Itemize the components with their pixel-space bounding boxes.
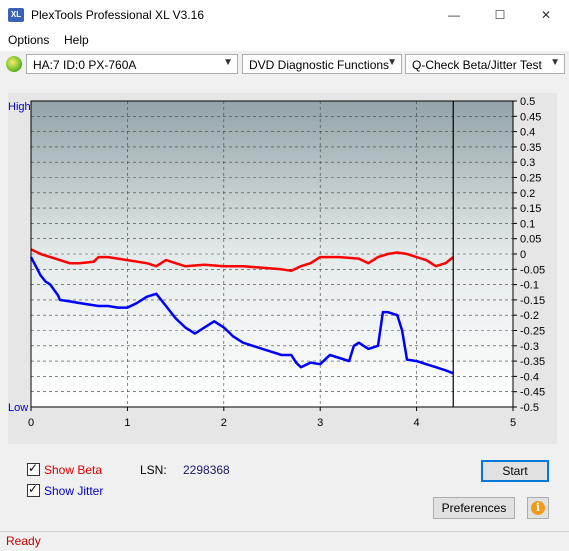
status-bar: Ready <box>0 531 569 551</box>
lsn-label: LSN: <box>140 463 167 477</box>
lsn-value: 2298368 <box>183 463 230 477</box>
menu-help-label: Help <box>64 33 89 47</box>
status-text: Ready <box>6 534 41 548</box>
maximize-button[interactable]: ☐ <box>477 0 523 31</box>
controls-panel: Show Beta Show Jitter LSN: 2298368 Start… <box>8 452 557 524</box>
test-select-value: Q-Check Beta/Jitter Test <box>412 58 542 72</box>
title-bar: XL PlexTools Professional XL V3.16 — ☐ ✕ <box>0 0 569 31</box>
menu-help[interactable]: Help <box>64 33 89 47</box>
chevron-down-icon: ▼ <box>223 57 233 68</box>
y-tick-label: 0.5 <box>520 96 535 108</box>
function-select[interactable]: DVD Diagnostic Functions ▼ <box>242 54 402 74</box>
info-button[interactable]: i <box>527 497 549 519</box>
y-tick-label: 0.45 <box>520 111 541 123</box>
y-tick-label: -0.1 <box>520 280 539 292</box>
app-icon: XL <box>8 8 24 22</box>
y-tick-label: -0.05 <box>520 264 545 276</box>
y-tick-label: 0.1 <box>520 218 535 230</box>
show-beta-label[interactable]: Show Beta <box>44 463 102 477</box>
x-tick-label: 4 <box>414 417 420 429</box>
y-tick-label: 0.25 <box>520 173 541 185</box>
info-icon: i <box>531 501 545 515</box>
x-tick-label: 1 <box>124 417 130 429</box>
y-tick-label: 0.15 <box>520 203 541 215</box>
chevron-down-icon: ▼ <box>387 57 397 68</box>
menu-options[interactable]: Options <box>8 33 49 47</box>
minimize-button[interactable]: — <box>431 0 477 31</box>
x-tick-label: 3 <box>317 417 323 429</box>
y-tick-label: 0.2 <box>520 188 535 200</box>
y-tick-label: -0.5 <box>520 402 539 414</box>
beta-jitter-chart: 0.5 0.45 0.4 0.35 0.3 0.25 0.2 0.15 0.1 0.05 0 -0.0… <box>8 96 545 429</box>
y-tick-label: 0 <box>520 249 526 261</box>
y-tick-label: 0.35 <box>520 142 541 154</box>
y-tick-label: 0.05 <box>520 234 541 246</box>
x-tick-label: 5 <box>510 417 516 429</box>
show-jitter-label[interactable]: Show Jitter <box>44 484 103 498</box>
chart-panel: 0.5 0.45 0.4 0.35 0.3 0.25 0.2 0.15 0.1 0.05 0 -0.0… <box>8 93 557 444</box>
y-tick-label: -0.2 <box>520 310 539 322</box>
y-tick-label: -0.45 <box>520 387 545 399</box>
y-tick-label: -0.25 <box>520 326 545 338</box>
function-select-value: DVD Diagnostic Functions <box>249 58 390 72</box>
y-tick-label: -0.4 <box>520 371 539 383</box>
y-tick-label: -0.15 <box>520 295 545 307</box>
menu-bar: Options Help <box>0 31 569 51</box>
y-label-low: Low <box>8 402 28 414</box>
x-tick-label: 2 <box>221 417 227 429</box>
y-tick-label: 0.3 <box>520 157 535 169</box>
y-tick-label: -0.3 <box>520 341 539 353</box>
start-button[interactable]: Start <box>481 460 549 482</box>
show-jitter-checkbox[interactable] <box>27 482 40 497</box>
test-select[interactable]: Q-Check Beta/Jitter Test ▼ <box>405 54 565 74</box>
y-tick-label: -0.35 <box>520 356 545 368</box>
y-tick-label: 0.4 <box>520 127 535 139</box>
menu-options-label: Options <box>8 33 50 47</box>
drive-select-value: HA:7 ID:0 PX-760A <box>33 58 137 72</box>
y-label-high: High <box>8 101 31 113</box>
drive-status-icon <box>6 56 22 72</box>
show-beta-checkbox[interactable] <box>27 461 40 476</box>
x-tick-label: 0 <box>28 417 34 429</box>
close-button[interactable]: ✕ <box>523 0 569 31</box>
preferences-button[interactable]: Preferences <box>433 497 515 519</box>
chevron-down-icon: ▼ <box>550 57 560 68</box>
drive-select[interactable]: HA:7 ID:0 PX-760A ▼ <box>26 54 238 74</box>
window-title: PlexTools Professional XL V3.16 <box>31 8 204 22</box>
